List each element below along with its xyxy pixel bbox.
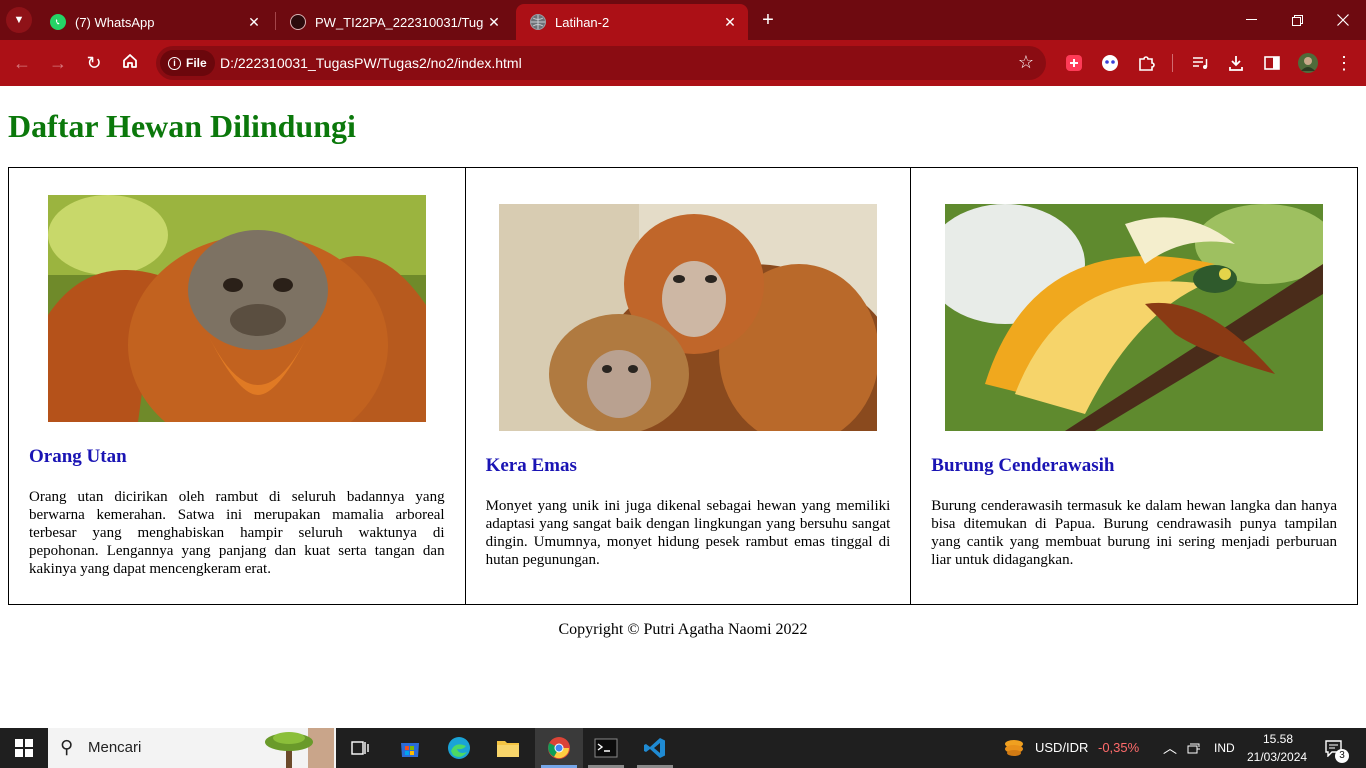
chevron-up-icon[interactable]: ︿ bbox=[1163, 738, 1177, 758]
animal-description: Monyet yang unik ini juga dikenal sebaga… bbox=[485, 497, 891, 568]
taskbar-search-box[interactable]: ⚲ Mencari bbox=[48, 728, 336, 768]
extensions-puzzle-icon[interactable] bbox=[1135, 52, 1157, 74]
vscode-icon bbox=[644, 738, 665, 758]
animal-name: Kera Emas bbox=[485, 454, 577, 476]
animal-name: Burung Cenderawasih bbox=[931, 454, 1115, 476]
edge-icon bbox=[448, 737, 470, 759]
chip-label: File bbox=[186, 56, 207, 70]
site-info-chip[interactable]: i File bbox=[160, 50, 215, 76]
clock-time[interactable]: 15.58 bbox=[1263, 732, 1293, 746]
coins-icon bbox=[1005, 740, 1023, 756]
profile-avatar[interactable] bbox=[1297, 52, 1319, 74]
search-placeholder: Mencari bbox=[88, 739, 142, 756]
taskbar-store[interactable] bbox=[386, 728, 434, 768]
copyright-footer: Copyright © Putri Agatha Naomi 2022 bbox=[558, 621, 808, 638]
side-panel-icon[interactable] bbox=[1261, 52, 1283, 74]
page-title: Daftar Hewan Dilindungi bbox=[8, 108, 356, 144]
tab-title: PW_TI22PA_222310031/Tugas 2 bbox=[315, 14, 484, 30]
clock-date[interactable]: 21/03/2024 bbox=[1247, 750, 1307, 764]
animal-description: Orang utan dicirikan oleh rambut di selu… bbox=[29, 488, 445, 577]
animal-cell-kera-emas: Kera Emas Monyet yang unik ini juga dike… bbox=[464, 167, 912, 605]
restore-button[interactable] bbox=[1274, 0, 1320, 40]
new-tab-button[interactable]: + bbox=[756, 8, 780, 32]
windows-logo-icon bbox=[15, 739, 33, 757]
task-view-button[interactable] bbox=[336, 728, 384, 768]
forward-button[interactable]: → bbox=[46, 51, 70, 75]
tab-title: Latihan-2 bbox=[555, 14, 610, 30]
taskbar-file-explorer[interactable] bbox=[484, 728, 532, 768]
browser-toolbar: ← → ↻ i File D:/222310031_TugasPW/Tugas2… bbox=[0, 40, 1366, 86]
web-page: Daftar Hewan Dilindungi Orang Utan Orang… bbox=[0, 86, 1366, 728]
orangutan-photo bbox=[47, 194, 426, 422]
bookmark-star-icon[interactable]: ☆ bbox=[1018, 52, 1034, 73]
close-tab-icon[interactable]: ✕ bbox=[244, 14, 264, 31]
browser-menu-icon[interactable]: ⋮ bbox=[1333, 52, 1355, 74]
close-tab-icon[interactable]: ✕ bbox=[484, 14, 504, 31]
ticker-label[interactable]: USD/IDR bbox=[1035, 740, 1088, 755]
ticker-change[interactable]: -0,35% bbox=[1098, 740, 1139, 755]
extension-mask-icon[interactable] bbox=[1099, 52, 1121, 74]
home-icon bbox=[123, 54, 137, 68]
network-icon[interactable] bbox=[1187, 742, 1203, 754]
github-icon bbox=[290, 14, 306, 30]
extension-red-icon[interactable] bbox=[1063, 52, 1085, 74]
task-view-icon bbox=[351, 741, 369, 755]
folder-icon bbox=[497, 741, 519, 757]
taskbar-vscode[interactable] bbox=[631, 728, 679, 768]
globe-icon bbox=[530, 14, 546, 30]
info-icon: i bbox=[168, 56, 181, 70]
animal-table: Orang Utan Orang utan dicirikan oleh ram… bbox=[8, 167, 1358, 605]
notification-badge: 3 bbox=[1335, 749, 1349, 763]
url-text[interactable]: D:/222310031_TugasPW/Tugas2/no2/index.ht… bbox=[220, 55, 522, 71]
animal-description: Burung cenderawasih termasuk ke dalam he… bbox=[931, 497, 1337, 568]
media-control-icon[interactable] bbox=[1189, 52, 1211, 74]
start-button[interactable] bbox=[0, 728, 48, 768]
windows-taskbar: ⚲ Mencari USD/IDR -0,35% ︿ IND 15.58 21/… bbox=[0, 728, 1366, 768]
microsoft-store-icon bbox=[401, 743, 419, 757]
taskbar-chrome[interactable] bbox=[535, 728, 583, 768]
language-indicator[interactable]: IND bbox=[1214, 741, 1235, 755]
tab-search-button[interactable]: ▼ bbox=[6, 7, 32, 33]
download-icon[interactable] bbox=[1225, 52, 1247, 74]
tab-strip: ▼ (7) WhatsApp ✕ PW_TI22PA_222310031/Tug… bbox=[0, 0, 1366, 40]
search-highlight-image bbox=[265, 728, 334, 768]
close-tab-icon[interactable]: ✕ bbox=[720, 14, 740, 31]
tab-whatsapp[interactable]: (7) WhatsApp ✕ bbox=[36, 4, 272, 40]
tab-title: (7) WhatsApp bbox=[75, 14, 155, 30]
whatsapp-icon bbox=[50, 14, 66, 30]
tab-latihan-2[interactable]: Latihan-2 ✕ bbox=[516, 4, 748, 40]
home-button[interactable] bbox=[118, 51, 142, 75]
terminal-icon bbox=[594, 738, 618, 758]
taskbar-edge[interactable] bbox=[435, 728, 483, 768]
reload-button[interactable]: ↻ bbox=[82, 51, 106, 75]
golden-monkey-photo bbox=[498, 203, 877, 431]
chrome-icon bbox=[548, 737, 570, 759]
taskbar-terminal[interactable] bbox=[582, 728, 630, 768]
animal-name: Orang Utan bbox=[29, 445, 127, 467]
animal-cell-orangutan: Orang Utan Orang utan dicirikan oleh ram… bbox=[8, 167, 466, 605]
search-icon: ⚲ bbox=[60, 737, 74, 757]
tab-github[interactable]: PW_TI22PA_222310031/Tugas 2 ✕ bbox=[276, 4, 512, 40]
close-window-button[interactable] bbox=[1320, 0, 1366, 40]
minimize-button[interactable] bbox=[1228, 0, 1274, 40]
bird-of-paradise-photo bbox=[945, 203, 1324, 431]
address-bar[interactable]: i File D:/222310031_TugasPW/Tugas2/no2/i… bbox=[156, 46, 1046, 80]
back-button[interactable]: ← bbox=[10, 51, 34, 75]
animal-cell-cenderawasih: Burung Cenderawasih Burung cenderawasih … bbox=[910, 167, 1358, 605]
